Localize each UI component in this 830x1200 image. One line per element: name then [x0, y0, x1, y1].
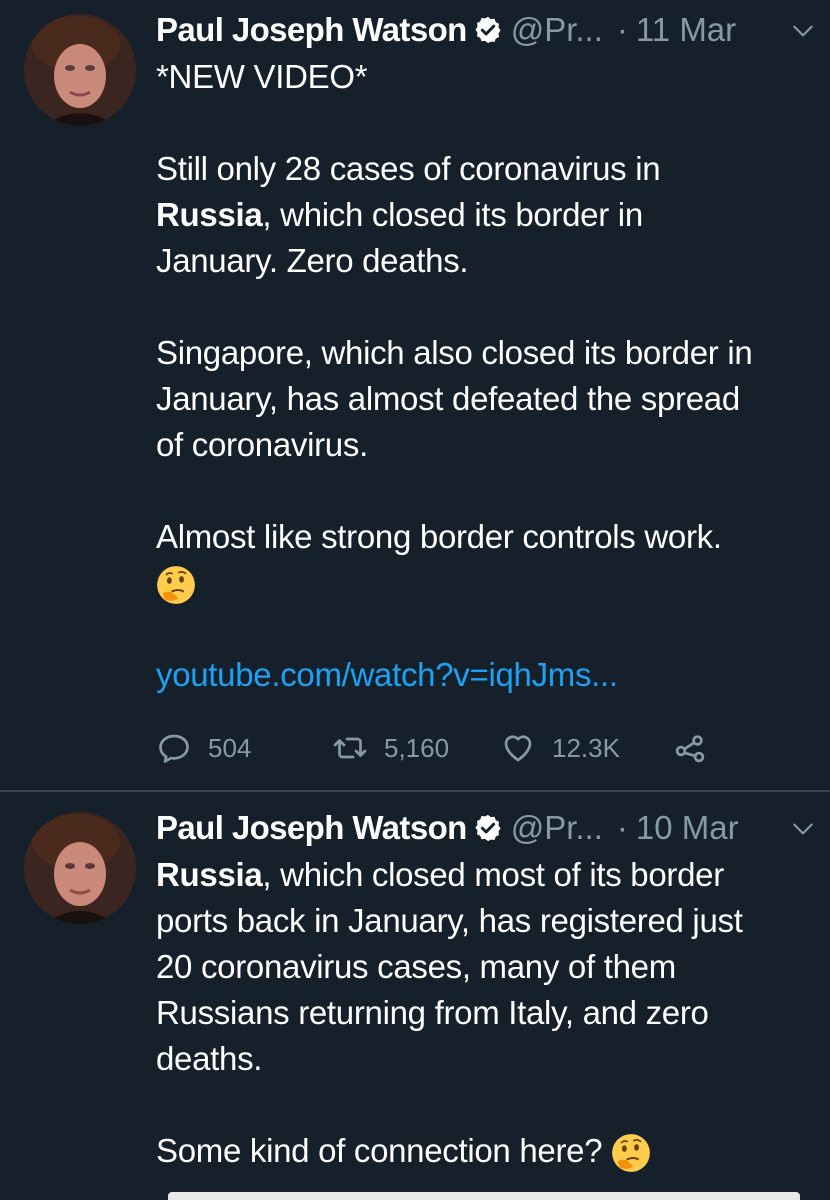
chevron-down-icon[interactable] — [790, 816, 816, 842]
tweet-text-line: January. Zero deaths. — [156, 242, 469, 279]
thinking-face-icon — [157, 566, 195, 605]
bold-text: Russia — [156, 196, 263, 233]
author-name[interactable]: Paul Joseph Watson — [156, 11, 467, 49]
reply-count: 504 — [208, 732, 252, 763]
tweet-text-line: 20 coronavirus cases, many of them — [156, 948, 676, 985]
tweet-text-line: deaths. — [156, 1040, 263, 1077]
tweet-text-fragment: , which closed its border in — [262, 196, 643, 233]
tweet-body: Russia, which closed most of its border … — [156, 852, 820, 1174]
bold-text: Russia — [156, 856, 263, 893]
reply-icon — [159, 734, 189, 763]
tweet-text-line: ports back in January, has registered ju… — [156, 902, 743, 939]
tweet-header: Paul Joseph Watson @Pr... · 11 Mar — [156, 8, 830, 52]
tweet-text-line: Still only 28 cases of coronavirus in — [156, 150, 661, 187]
tweet-date[interactable]: 11 Mar — [636, 11, 736, 49]
verified-badge-icon — [475, 16, 501, 44]
emoji-line — [156, 560, 820, 606]
tweet-text-fragment: , which closed most of its border — [262, 856, 724, 893]
retweet-button[interactable]: 5,160 — [332, 728, 449, 768]
media-preview-edge[interactable] — [168, 1192, 800, 1200]
chevron-down-icon[interactable] — [790, 18, 816, 44]
separator-dot: · — [616, 809, 628, 846]
author-name[interactable]: Paul Joseph Watson — [156, 809, 467, 847]
separator-dot: · — [616, 11, 628, 48]
avatar[interactable] — [24, 14, 136, 126]
verified-badge-icon — [475, 814, 501, 842]
tweet-text-line: Singapore, which also closed its border … — [156, 334, 753, 371]
like-count: 12.3K — [552, 732, 620, 763]
tweet-text-fragment: Some kind of connection here? — [156, 1132, 603, 1169]
share-icon — [675, 735, 705, 763]
thinking-face-icon — [612, 1134, 651, 1173]
heart-icon — [504, 735, 532, 762]
tweet-text-line: Some kind of connection here? — [156, 1128, 820, 1174]
youtube-link[interactable]: youtube.com/watch?v=iqhJms... — [156, 652, 820, 698]
author-handle[interactable]: @Pr... — [511, 11, 603, 49]
tweet-date[interactable]: 10 Mar — [636, 809, 739, 847]
retweet-icon — [333, 737, 367, 759]
tweet-text-line: *NEW VIDEO* — [156, 58, 368, 95]
share-button[interactable] — [672, 728, 708, 768]
author-handle[interactable]: @Pr... — [511, 809, 603, 847]
avatar[interactable] — [24, 812, 136, 924]
tweet-text-line: Russia, which closed its border in — [156, 192, 820, 238]
tweet-text-line: Almost like strong border controls work. — [156, 518, 722, 555]
tweet-body: *NEW VIDEO* Still only 28 cases of coron… — [156, 54, 820, 698]
tweet-text-line: Russians returning from Italy, and zero — [156, 994, 709, 1031]
tweet-text-line: Russia, which closed most of its border — [156, 852, 820, 898]
tweet[interactable]: Paul Joseph Watson @Pr... · 11 Mar *NEW … — [0, 0, 830, 792]
tweet-text-line: January, has almost defeated the spread — [156, 380, 740, 417]
reply-button[interactable]: 504 — [156, 728, 251, 768]
like-button[interactable]: 12.3K — [500, 728, 620, 768]
retweet-count: 5,160 — [384, 732, 450, 763]
tweet-header: Paul Joseph Watson @Pr... · 10 Mar — [156, 806, 830, 850]
tweet-text-line: of coronavirus. — [156, 426, 368, 463]
